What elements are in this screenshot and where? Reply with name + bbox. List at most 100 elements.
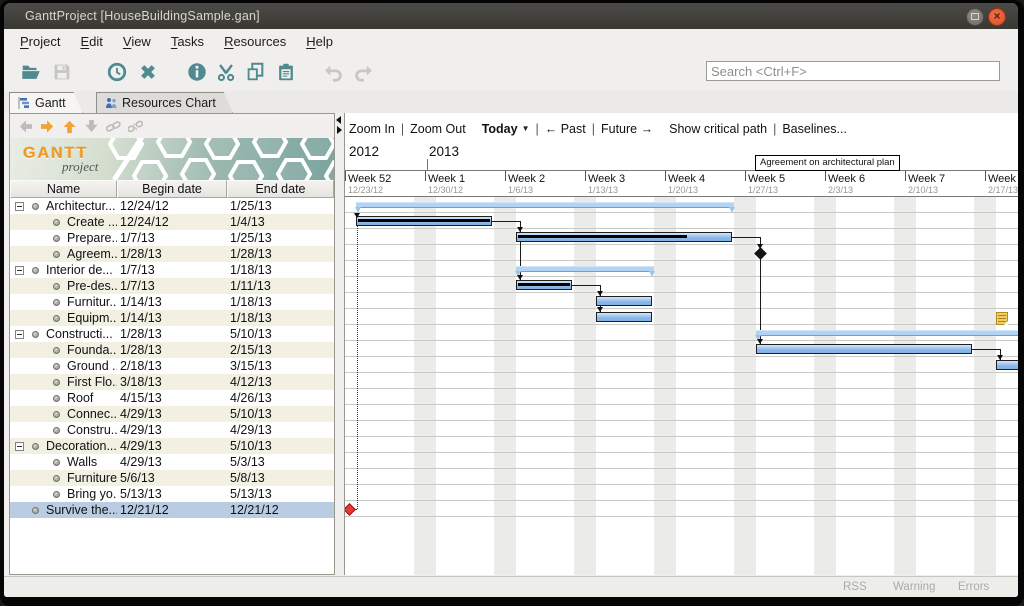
dependency-arrow-icon [757, 339, 763, 344]
window-frame: GanttProject [HouseBuildingSample.gan] ×… [4, 3, 1018, 597]
cut-button[interactable] [213, 59, 238, 84]
app-window: GanttProject [HouseBuildingSample.gan] ×… [0, 0, 1024, 606]
move-task-up-button[interactable] [58, 117, 80, 135]
table-row[interactable]: Interior de...1/7/131/18/13 [10, 262, 334, 278]
collapse-icon[interactable] [15, 202, 24, 211]
task-name-cell: Decoration... [10, 438, 117, 454]
rss-button[interactable]: RSS [843, 581, 867, 593]
table-row[interactable]: Create ...12/24/121/4/13 [10, 214, 334, 230]
summary-bar[interactable] [516, 266, 653, 272]
logo-banner: GANTT project [10, 138, 334, 180]
table-row[interactable]: Prepare...1/7/131/25/13 [10, 230, 334, 246]
task-name-cell: Bring yo... [10, 486, 117, 502]
tab-gantt[interactable]: Gantt [9, 92, 83, 113]
menu-help[interactable]: Help [296, 31, 343, 52]
table-row[interactable]: Roof4/15/134/26/13 [10, 390, 334, 406]
task-name-cell: Connec... [10, 406, 117, 422]
table-row[interactable]: Architectur...12/24/121/25/13 [10, 198, 334, 214]
titlebar[interactable]: GanttProject [HouseBuildingSample.gan] × [4, 3, 1018, 29]
menu-project[interactable]: Project [10, 31, 70, 52]
task-begin-date: 1/28/13 [117, 342, 227, 358]
panel-splitter[interactable] [335, 113, 344, 575]
schedule-button[interactable] [104, 59, 129, 84]
column-header-begin-date[interactable]: Begin date [117, 180, 227, 198]
task-progress-line [518, 235, 687, 238]
task-name: First Flo... [67, 374, 117, 390]
table-row[interactable]: Decoration...4/29/135/10/13 [10, 438, 334, 454]
table-row[interactable]: Connec...4/29/135/10/13 [10, 406, 334, 422]
table-row[interactable]: Agreem...1/28/131/28/13 [10, 246, 334, 262]
redo-button[interactable] [351, 59, 376, 84]
milestone-diamond[interactable] [344, 503, 355, 516]
task-end-date: 1/28/13 [227, 246, 334, 262]
collapse-icon[interactable] [15, 442, 24, 451]
table-row[interactable]: Furnitur...1/14/131/18/13 [10, 294, 334, 310]
indent-task-button[interactable] [36, 117, 58, 135]
task-bullet-icon [53, 411, 60, 418]
maximize-button[interactable] [966, 8, 984, 26]
chart-row-line [345, 436, 1018, 437]
collapse-right-icon[interactable] [337, 126, 342, 134]
menu-tasks[interactable]: Tasks [161, 31, 214, 52]
task-bar[interactable] [516, 280, 571, 290]
table-row[interactable]: Founda...1/28/132/15/13 [10, 342, 334, 358]
save-project-button[interactable] [49, 59, 74, 84]
paste-button[interactable] [273, 59, 298, 84]
menu-view[interactable]: View [113, 31, 161, 52]
collapse-icon[interactable] [15, 330, 24, 339]
copy-button[interactable] [242, 59, 267, 84]
errors-button[interactable]: Errors [958, 581, 989, 593]
collapse-left-icon[interactable] [336, 116, 341, 124]
task-begin-date: 1/14/13 [117, 294, 227, 310]
unlink-tasks-button[interactable] [124, 117, 146, 135]
task-bar[interactable] [596, 312, 651, 322]
task-bar[interactable] [756, 344, 971, 354]
table-row[interactable]: Bring yo...5/13/135/13/13 [10, 486, 334, 502]
column-header-name[interactable]: Name [10, 180, 117, 198]
task-bullet-icon [32, 331, 39, 338]
task-bar[interactable] [996, 360, 1018, 370]
table-row[interactable]: Walls4/29/135/3/13 [10, 454, 334, 470]
warning-button[interactable]: Warning [893, 581, 935, 593]
table-row[interactable]: Equipm...1/14/131/18/13 [10, 310, 334, 326]
copy-icon [244, 61, 266, 83]
table-row[interactable]: First Flo...3/18/134/12/13 [10, 374, 334, 390]
tab-resources-chart[interactable]: Resources Chart [96, 92, 233, 113]
task-name: Furniture [67, 470, 117, 486]
table-row[interactable]: Furniture5/6/135/8/13 [10, 470, 334, 486]
table-row[interactable]: Survive the...12/21/1212/21/12 [10, 502, 334, 518]
close-button[interactable]: × [988, 8, 1006, 26]
chart-row-line [345, 308, 1018, 309]
menu-resources[interactable]: Resources [214, 31, 296, 52]
properties-button[interactable] [184, 59, 209, 84]
summary-bar[interactable] [756, 330, 1018, 336]
task-begin-date: 1/7/13 [117, 278, 227, 294]
task-bar[interactable] [596, 296, 651, 306]
undo-button[interactable] [320, 59, 345, 84]
task-end-date: 3/15/13 [227, 358, 334, 374]
task-mini-toolbar [10, 114, 334, 138]
table-row[interactable]: Constru...4/29/134/29/13 [10, 422, 334, 438]
column-header-end-date[interactable]: End date [227, 180, 334, 198]
table-row[interactable]: Pre-des...1/7/131/11/13 [10, 278, 334, 294]
task-bar[interactable] [356, 216, 491, 226]
table-row[interactable]: Ground ...2/18/133/15/13 [10, 358, 334, 374]
chart-row-line [345, 276, 1018, 277]
menu-edit[interactable]: Edit [70, 31, 112, 52]
open-project-button[interactable] [18, 59, 43, 84]
task-end-date: 5/10/13 [227, 406, 334, 422]
delete-task-button[interactable] [135, 59, 160, 84]
task-end-date: 1/11/13 [227, 278, 334, 294]
collapse-icon[interactable] [15, 266, 24, 275]
search-input[interactable] [706, 61, 1000, 81]
summary-bar[interactable] [356, 202, 733, 208]
task-begin-date: 4/29/13 [117, 438, 227, 454]
move-task-down-button[interactable] [80, 117, 102, 135]
task-name-cell: First Flo... [10, 374, 117, 390]
task-name: Founda... [67, 342, 117, 358]
task-bar[interactable] [516, 232, 731, 242]
task-name-cell: Architectur... [10, 198, 117, 214]
link-tasks-button[interactable] [102, 117, 124, 135]
outdent-task-button[interactable] [14, 117, 36, 135]
table-row[interactable]: Constructi...1/28/135/10/13 [10, 326, 334, 342]
